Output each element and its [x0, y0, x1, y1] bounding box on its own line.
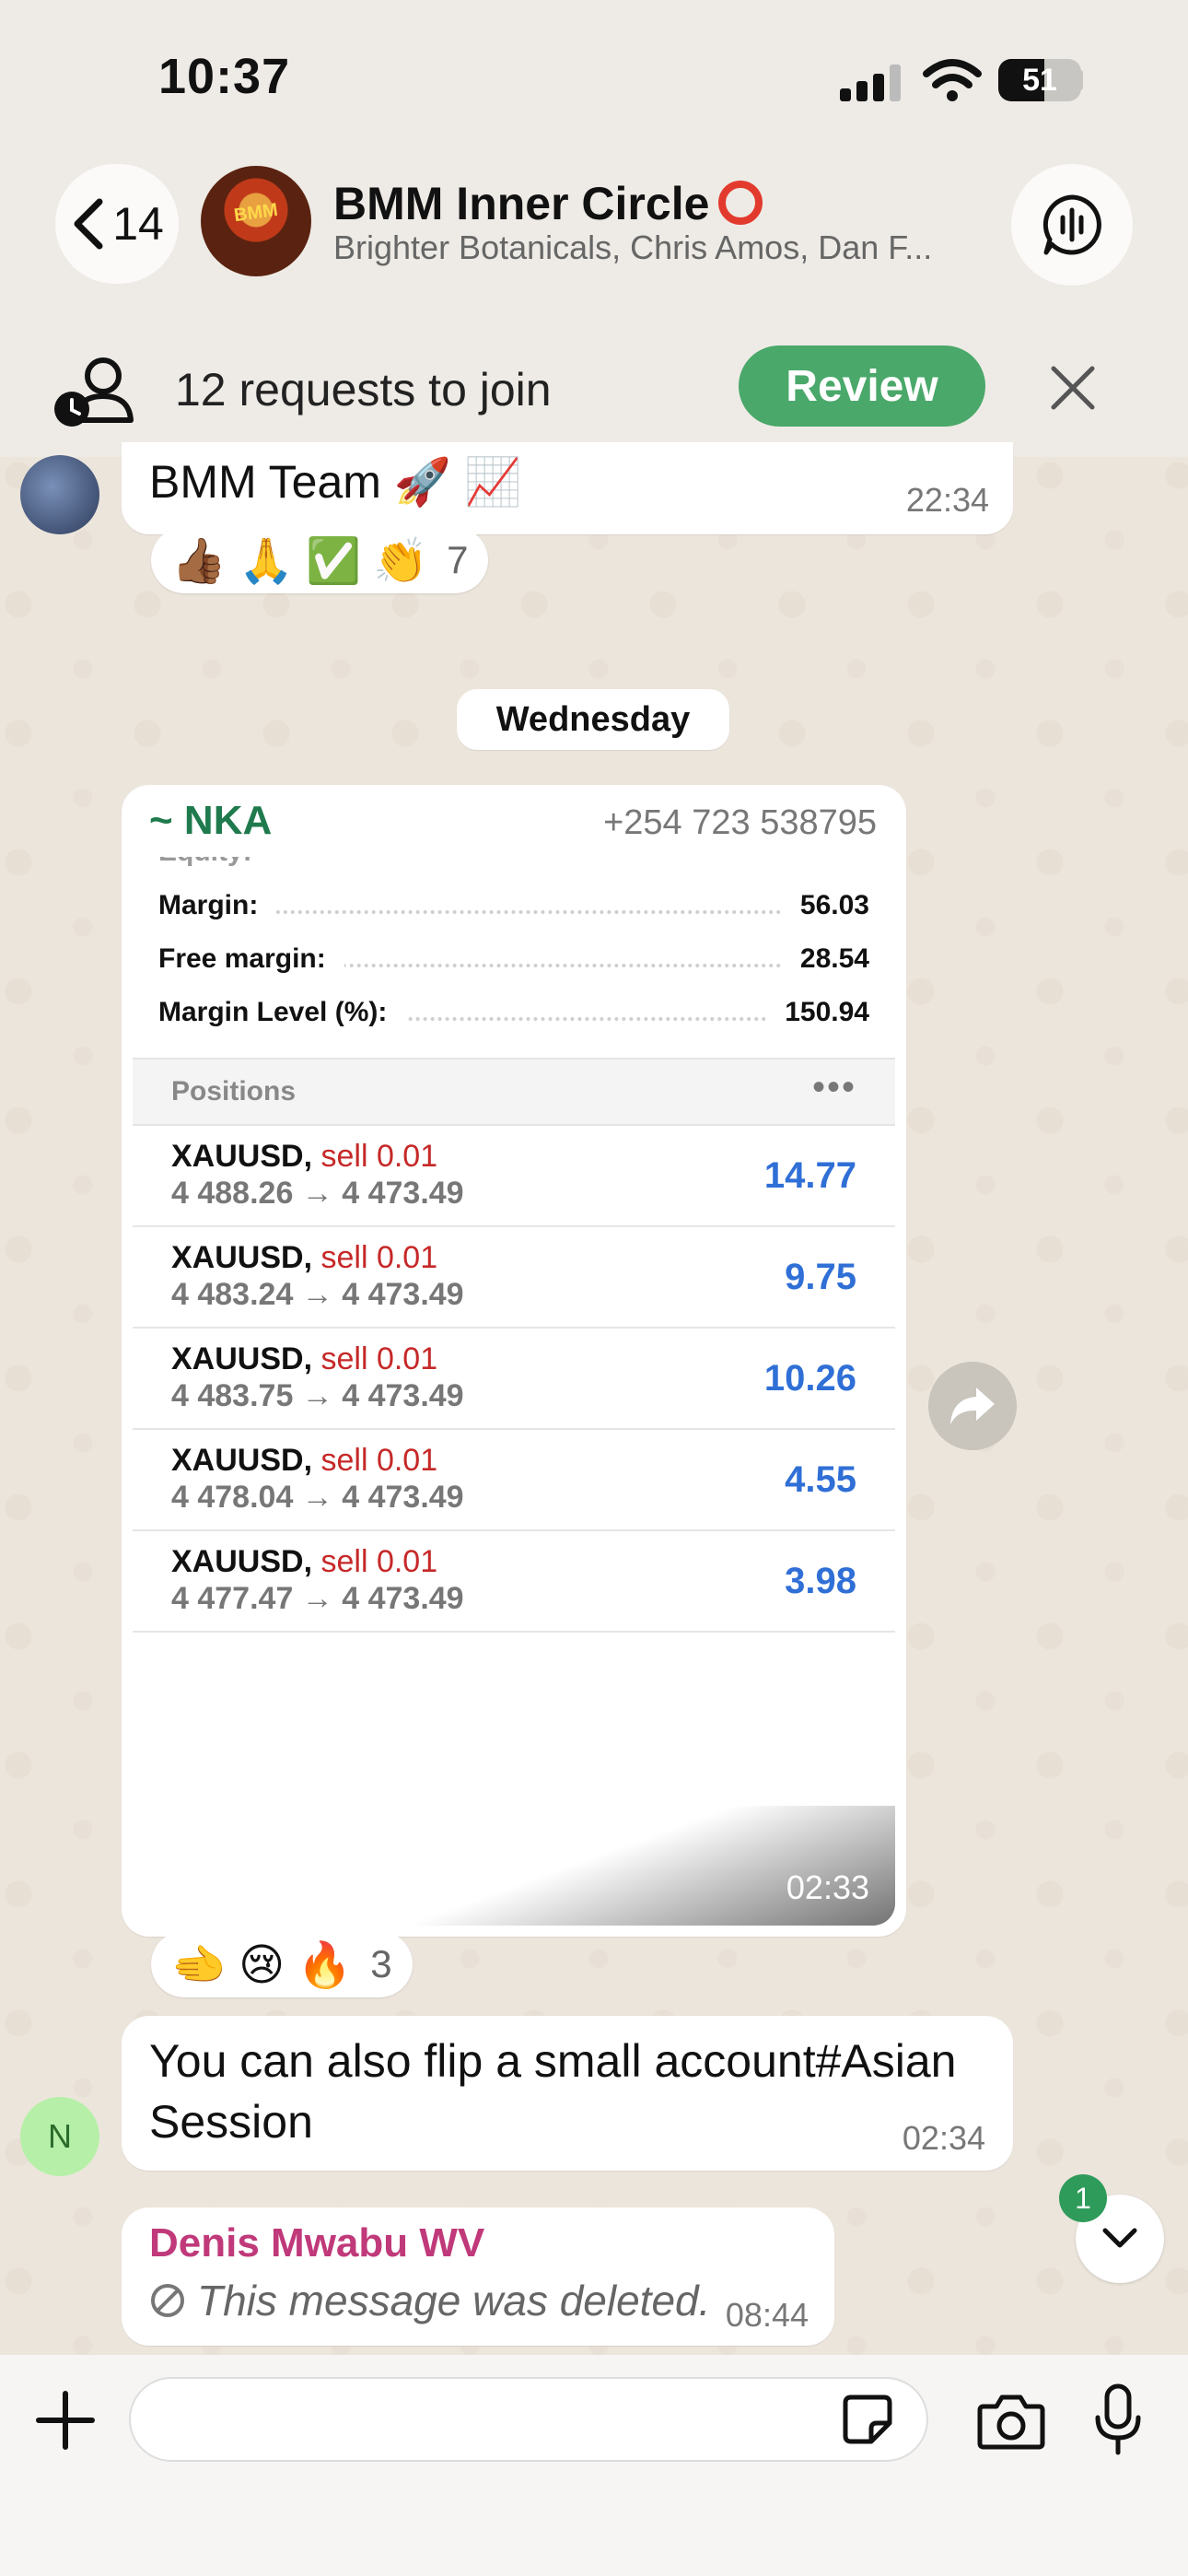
sender-avatar[interactable]: N — [20, 2097, 99, 2176]
blocked-icon — [151, 2284, 184, 2317]
message-bubble[interactable]: BMM Team 🚀 📈 22:34 — [122, 442, 1013, 534]
plus-icon[interactable] — [33, 2388, 98, 2453]
avatar-logo-text: BMM — [232, 199, 280, 227]
battery-level: 51 — [1022, 63, 1057, 98]
trading-screenshot-image[interactable]: Equity: Margin: 56.03 Free margin: 28.54… — [133, 857, 895, 1926]
account-row-cut: Equity: — [158, 857, 869, 873]
positions-header: Positions ••• — [133, 1058, 895, 1126]
voice-chat-button[interactable] — [1011, 164, 1133, 286]
status-time: 10:37 — [158, 49, 291, 104]
reaction-count: 7 — [447, 538, 469, 581]
image-message-bubble[interactable]: ~ NKA +254 723 538795 Equity: Margin: 56… — [122, 785, 906, 1937]
message-time: 02:33 — [786, 1868, 869, 1906]
close-icon[interactable] — [1044, 359, 1101, 416]
wifi-icon — [923, 59, 982, 101]
join-requests-text: 12 requests to join — [175, 364, 552, 416]
message-bubble[interactable]: You can also flip a small account#Asian … — [122, 2016, 1013, 2171]
deleted-message: This message was deleted. — [149, 2276, 710, 2325]
position-row: XAUUSD, sell 0.01 4 477.47 → 4 473.49 3.… — [133, 1529, 895, 1633]
forward-arrow-icon — [950, 1388, 995, 1424]
account-row: Margin: 56.03 — [158, 890, 869, 921]
message-input-box[interactable] — [129, 2377, 928, 2462]
account-row: Margin Level (%): 150.94 — [158, 997, 869, 1028]
reaction-emojis: 👍🏾 🙏 ✅ 👏 — [171, 536, 429, 586]
sender-avatar[interactable] — [20, 455, 99, 534]
chevron-left-icon — [74, 198, 103, 250]
message-input[interactable] — [158, 2392, 844, 2449]
cellular-signal-icon — [840, 64, 904, 101]
reaction-emojis: 🫲 😢 🔥 — [171, 1940, 353, 1990]
sender-name[interactable]: ~ NKA — [149, 798, 272, 844]
message-reactions[interactable]: 👍🏾 🙏 ✅ 👏 7 — [151, 527, 489, 593]
unread-badge: 1 — [1059, 2174, 1107, 2222]
battery-cap — [1077, 70, 1083, 90]
review-button[interactable]: Review — [739, 345, 985, 427]
unread-chats-count: 14 — [112, 198, 164, 250]
red-circle-icon — [718, 181, 763, 225]
group-avatar[interactable]: BMM — [201, 166, 311, 276]
sender-name[interactable]: Denis Mwabu WV — [149, 2220, 484, 2266]
camera-icon[interactable] — [976, 2388, 1046, 2453]
audio-waveform-icon — [1042, 194, 1101, 255]
message-time: 22:34 — [905, 481, 989, 519]
microphone-icon[interactable] — [1090, 2383, 1146, 2456]
image-shade — [133, 1806, 895, 1926]
reaction-count: 3 — [370, 1942, 392, 1985]
chevron-down-icon — [1102, 2228, 1137, 2248]
group-title[interactable]: BMM Inner Circle — [333, 177, 763, 230]
sender-phone: +254 723 538795 — [603, 803, 877, 842]
back-button[interactable]: 14 — [55, 164, 179, 284]
position-row: XAUUSD, sell 0.01 4 488.26 → 4 473.49 14… — [133, 1124, 895, 1227]
pending-members-icon — [54, 357, 134, 427]
message-time: 02:34 — [902, 2119, 985, 2157]
more-icon: ••• — [811, 1067, 856, 1107]
message-reactions[interactable]: 🫲 😢 🔥 3 — [151, 1931, 413, 1997]
deleted-message-bubble[interactable]: Denis Mwabu WV This message was deleted.… — [122, 2207, 834, 2346]
message-time: 08:44 — [725, 2296, 809, 2334]
message-text: BMM Team 🚀 📈 — [149, 456, 522, 508]
account-row: Free margin: 28.54 — [158, 943, 869, 975]
position-row: XAUUSD, sell 0.01 4 483.24 → 4 473.49 9.… — [133, 1225, 895, 1329]
date-separator: Wednesday — [457, 689, 729, 750]
position-row: XAUUSD, sell 0.01 4 483.75 → 4 473.49 10… — [133, 1327, 895, 1430]
battery-icon: 51 — [998, 59, 1081, 101]
forward-button[interactable] — [928, 1362, 1017, 1450]
sticker-icon[interactable] — [840, 2392, 895, 2447]
group-members[interactable]: Brighter Botanicals, Chris Amos, Dan F..… — [333, 228, 978, 267]
position-row: XAUUSD, sell 0.01 4 478.04 → 4 473.49 4.… — [133, 1428, 895, 1531]
message-text: You can also flip a small account#Asian … — [149, 2035, 957, 2148]
